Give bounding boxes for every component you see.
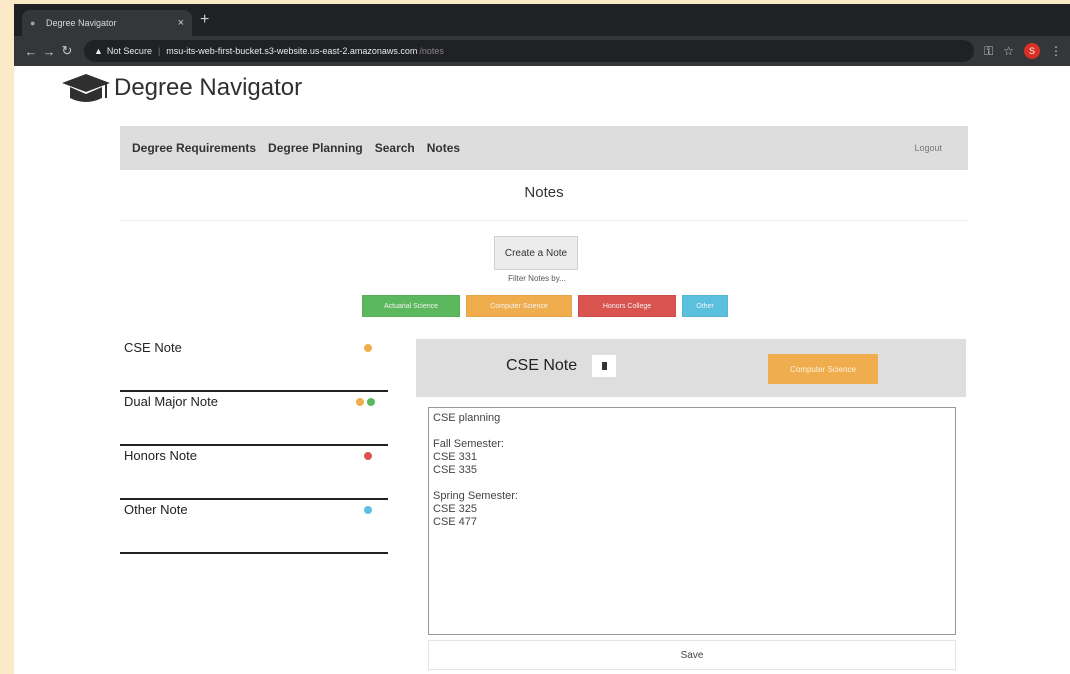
save-button[interactable]: Save xyxy=(428,640,956,670)
globe-icon: ● xyxy=(30,18,36,28)
create-note-button[interactable]: Create a Note xyxy=(494,236,578,270)
url-separator: | xyxy=(157,46,161,56)
back-icon[interactable]: ← xyxy=(22,44,40,59)
note-tags xyxy=(364,344,372,352)
edit-title-icon[interactable] xyxy=(592,355,616,377)
tag-dot xyxy=(364,506,372,514)
browser-actions: ⚿ ☆ S ⋮ xyxy=(984,43,1062,59)
key-icon[interactable]: ⚿ xyxy=(984,44,993,59)
forward-icon[interactable]: → xyxy=(40,44,58,59)
note-tags xyxy=(356,398,375,406)
tag-dot xyxy=(364,344,372,352)
browser-tab[interactable]: ● Degree Navigator × xyxy=(22,10,192,36)
page-content: Degree Navigator Degree Requirements Deg… xyxy=(14,66,1070,674)
note-list-item[interactable]: Other Note xyxy=(120,500,388,554)
star-icon[interactable]: ☆ xyxy=(1003,44,1014,58)
app-title: Degree Navigator xyxy=(114,74,303,101)
warning-icon: ▲ xyxy=(94,46,103,56)
tag-dot xyxy=(356,398,364,406)
note-tags xyxy=(364,452,372,460)
note-title: CSE Note xyxy=(124,340,182,355)
filter-other[interactable]: Other xyxy=(682,295,728,317)
note-body-textarea[interactable]: CSE planning Fall Semester: CSE 331 CSE … xyxy=(428,407,956,635)
graduation-cap-icon xyxy=(62,74,110,102)
tab-bar: ● Degree Navigator × + xyxy=(14,4,1070,36)
note-tag-badge[interactable]: Computer Science xyxy=(768,354,878,384)
address-bar-row: ← → ↻ ▲ Not Secure | msu-its-web-first-b… xyxy=(14,36,1070,66)
note-list-item[interactable]: Dual Major Note xyxy=(120,392,388,446)
nav-degree-requirements[interactable]: Degree Requirements xyxy=(132,141,256,155)
profile-avatar[interactable]: S xyxy=(1024,43,1040,59)
kebab-menu-icon[interactable]: ⋮ xyxy=(1050,44,1062,58)
note-tags xyxy=(364,506,372,514)
filter-label: Filter Notes by... xyxy=(508,274,566,283)
url-path: /notes xyxy=(419,46,444,56)
nav-search[interactable]: Search xyxy=(375,141,415,155)
filter-buttons: Actuarial Science Computer Science Honor… xyxy=(362,295,728,317)
filter-computer-science[interactable]: Computer Science xyxy=(466,295,572,317)
browser-window: ● Degree Navigator × + ← → ↻ ▲ Not Secur… xyxy=(14,4,1070,674)
not-secure-label: Not Secure xyxy=(106,46,152,56)
note-list: CSE Note Dual Major Note Honors Note Oth… xyxy=(120,338,388,554)
page-title: Notes xyxy=(524,184,564,201)
nav-notes[interactable]: Notes xyxy=(427,141,460,155)
divider xyxy=(120,220,968,221)
new-tab-button[interactable]: + xyxy=(200,12,209,28)
note-editor-title: CSE Note xyxy=(506,357,578,374)
filter-honors-college[interactable]: Honors College xyxy=(578,295,676,317)
url-input[interactable]: ▲ Not Secure | msu-its-web-first-bucket.… xyxy=(84,40,975,62)
logout-link[interactable]: Logout xyxy=(914,143,942,153)
close-tab-icon[interactable]: × xyxy=(178,17,184,29)
tab-title: Degree Navigator xyxy=(46,18,117,28)
note-list-item[interactable]: Honors Note xyxy=(120,446,388,500)
note-title: Dual Major Note xyxy=(124,394,218,409)
tag-dot xyxy=(367,398,375,406)
nav-degree-planning[interactable]: Degree Planning xyxy=(268,141,363,155)
filter-actuarial-science[interactable]: Actuarial Science xyxy=(362,295,460,317)
main-navbar: Degree Requirements Degree Planning Sear… xyxy=(120,126,968,170)
url-text: msu-its-web-first-bucket.s3-website.us-e… xyxy=(166,46,418,56)
note-list-item[interactable]: CSE Note xyxy=(120,338,388,392)
note-title: Other Note xyxy=(124,502,188,517)
reload-icon[interactable]: ↻ xyxy=(58,43,76,59)
note-title: Honors Note xyxy=(124,448,197,463)
tag-dot xyxy=(364,452,372,460)
app-logo[interactable]: Degree Navigator xyxy=(60,70,302,106)
note-editor-header: CSE Note Computer Science xyxy=(416,339,966,397)
